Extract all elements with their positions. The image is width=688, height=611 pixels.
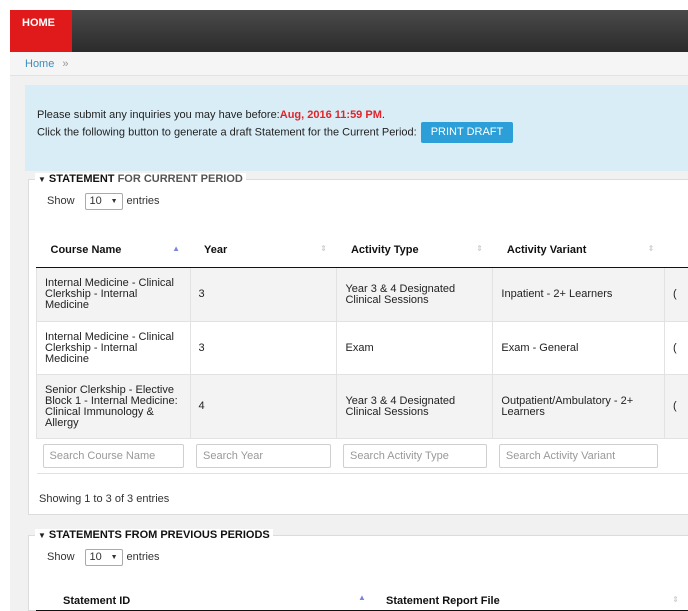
collapse-triangle-icon: ▼ [38,531,46,540]
page-length-select[interactable]: 10 ▼ [84,549,123,566]
cell-activity-variant: Outpatient/Ambulatory - 2+ Learners [492,374,665,439]
breadcrumb: Home » [10,52,688,76]
current-statement-table: Course Name ▲ Year ⇕ Activity Type ⇕ Activi… [36,233,688,474]
search-activity-type-input[interactable]: Search Activity Type [342,444,487,468]
header-label: Course Name [50,244,122,256]
cell-activity-type: Year 3 & 4 Designated Clinical Sessions [336,374,494,439]
previous-statements-panel: ▼ STATEMENTS FROM PREVIOUS PERIODS Show 10… [28,529,688,611]
show-label: Show [47,551,75,563]
cell-clipped: ( [664,267,688,322]
header-label: Year [204,244,228,256]
sort-both-icon: ⇕ [647,244,655,253]
previous-table-header: Statement ID ▲ Statement Report File ⇕ [36,583,688,611]
cell-year: 4 [190,374,338,439]
sort-both-icon: ⇕ [672,595,679,604]
cell-course-name: Internal Medicine - Clinical Clerkship -… [36,267,191,322]
info-notice: Please submit any inquiries you may have… [25,85,688,171]
search-activity-variant-input[interactable]: Search Activity Variant [498,444,659,468]
sort-asc-icon: ▲ [358,593,366,602]
current-statement-panel: ▼ STATEMENT FOR CURRENT PERIOD Show 10 ▼ ent… [28,173,688,515]
sort-both-icon: ⇕ [320,244,327,253]
deadline-text: Aug, 2016 11:59 PM [279,109,382,121]
page-length-value: 10 [89,195,102,207]
cell-year: 3 [190,321,338,375]
table-info-text: Showing 1 to 3 of 3 entries [39,493,170,505]
column-header-statement-id[interactable]: Statement ID [63,595,130,607]
entries-label: entries [126,195,160,207]
notice-suffix: . [381,109,385,121]
column-header-clipped [664,233,688,268]
cell-clipped: ( [664,374,688,439]
cell-activity-variant: Exam - General [492,321,665,375]
column-header-activity-variant[interactable]: Activity Variant ⇕ [492,233,665,268]
table-header-row: Course Name ▲ Year ⇕ Activity Type ⇕ Activi… [36,233,688,268]
notice-line-1: Please submit any inquiries you may have… [37,109,688,122]
cell-activity-type: Exam [336,321,494,375]
cell-activity-variant: Inpatient - 2+ Learners [492,267,665,322]
content-area: Please submit any inquiries you may have… [10,76,688,611]
cell-course-name: Internal Medicine - Clinical Clerkship -… [36,321,191,375]
print-draft-button[interactable]: PRINT DRAFT [420,122,514,143]
previous-statements-toggle[interactable]: ▼ STATEMENTS FROM PREVIOUS PERIODS [35,529,273,541]
legend-bold: STATEMENT [48,173,115,185]
breadcrumb-separator: » [62,58,69,70]
page-length-select[interactable]: 10 ▼ [84,193,123,210]
cell-year: 3 [190,267,338,322]
header-label: Activity Type [350,244,419,256]
column-header-activity-type[interactable]: Activity Type ⇕ [336,233,493,268]
search-row: Search Course Name Search Year Search Ac… [36,438,688,474]
sort-asc-icon: ▲ [172,244,181,253]
breadcrumb-home-link[interactable]: Home [25,58,54,70]
sort-both-icon: ⇕ [476,244,483,253]
notice-prefix: Please submit any inquiries you may have… [37,109,280,121]
page-length-value: 10 [89,551,102,563]
cell-activity-type: Year 3 & 4 Designated Clinical Sessions [336,267,494,322]
current-statement-toggle[interactable]: ▼ STATEMENT FOR CURRENT PERIOD [35,173,246,185]
top-nav-bar: HOME [10,10,688,52]
page-length-control: Show 10 ▼ entries [47,193,160,210]
caret-down-icon: ▼ [110,554,118,561]
notice-line-2-text: Click the following button to generate a… [37,126,417,139]
column-header-year[interactable]: Year ⇕ [190,233,337,268]
search-course-name-input[interactable]: Search Course Name [42,444,185,468]
collapse-triangle-icon: ▼ [38,175,46,184]
search-year-input[interactable]: Search Year [196,444,331,468]
table-row: Internal Medicine - Clinical Clerkship -… [36,267,688,322]
table-row: Internal Medicine - Clinical Clerkship -… [36,321,688,375]
cell-course-name: Senior Clerkship - Elective Block 1 - In… [36,374,191,439]
legend-rest: FOR CURRENT PERIOD [114,173,243,185]
cell-clipped: ( [664,321,688,375]
notice-line-2: Click the following button to generate a… [37,122,688,143]
show-label: Show [47,195,75,207]
table-row: Senior Clerkship - Elective Block 1 - In… [36,374,688,439]
caret-down-icon: ▼ [110,198,118,205]
home-tab[interactable]: HOME [10,10,72,52]
legend-text: STATEMENTS FROM PREVIOUS PERIODS [48,529,270,541]
page-length-control: Show 10 ▼ entries [47,549,160,566]
entries-label: entries [126,551,160,563]
column-header-course-name[interactable]: Course Name ▲ [36,233,191,268]
column-header-statement-report-file[interactable]: Statement Report File [386,595,500,607]
header-label: Activity Variant [506,244,587,256]
